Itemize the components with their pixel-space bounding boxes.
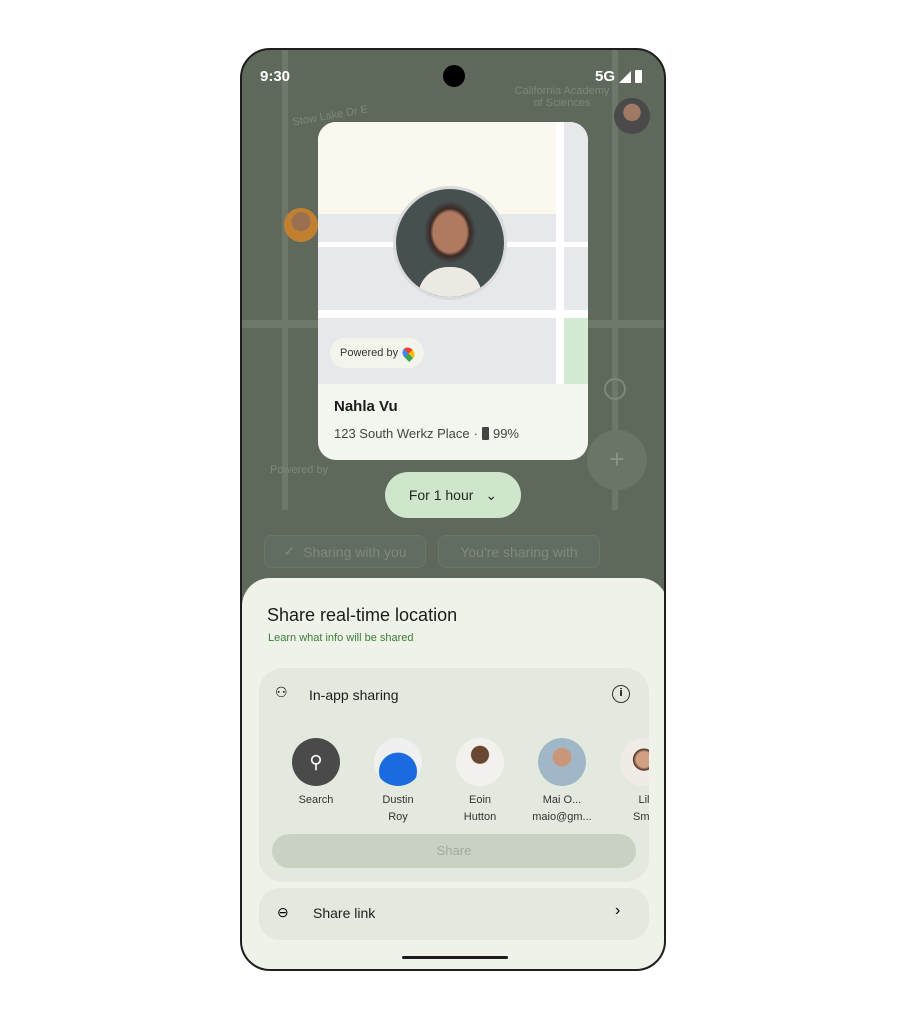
- share-link-label: Share link: [313, 905, 376, 921]
- tab-sharing-with-you[interactable]: ✓ Sharing with you: [264, 535, 426, 568]
- map-person-marker[interactable]: [284, 208, 318, 242]
- share-bottom-sheet: Share real-time location Learn what info…: [242, 578, 664, 969]
- share-button[interactable]: Share: [272, 834, 636, 868]
- duration-label: For 1 hour: [408, 487, 474, 503]
- in-app-title: In-app sharing: [309, 687, 399, 703]
- contact-label: Mai O...: [542, 794, 582, 806]
- avatar: [374, 738, 422, 786]
- contact-label: Eoin: [468, 794, 492, 806]
- separator: ·: [473, 426, 478, 441]
- sheet-title: Share real-time location: [267, 605, 458, 625]
- check-icon: ✓: [283, 543, 296, 559]
- contact-photo-marker: [393, 186, 507, 300]
- share-link-row[interactable]: ⊖ Share link ›: [259, 888, 649, 940]
- tab-label: Sharing with you: [303, 543, 407, 560]
- search-icon: ⚲: [292, 738, 340, 786]
- duration-dropdown[interactable]: For 1 hour ⌄: [385, 472, 521, 518]
- tab-youre-sharing-with[interactable]: You're sharing with: [438, 535, 600, 568]
- contact-label: Dustin: [382, 794, 414, 806]
- account-avatar[interactable]: [614, 98, 650, 134]
- status-time: 9:30: [260, 68, 291, 85]
- location-card[interactable]: Powered by Nahla Vu 123 South Werkz Plac…: [318, 122, 588, 460]
- contact-sublabel: maio@gm...: [532, 811, 592, 823]
- my-location-icon[interactable]: [604, 378, 626, 400]
- map-road: [282, 50, 288, 510]
- contact-search[interactable]: ⚲ Search: [276, 738, 356, 809]
- contact-eoin-hutton[interactable]: Eoin Hutton: [440, 738, 520, 826]
- link-icon: ⊖: [277, 904, 289, 920]
- battery-icon: [481, 427, 489, 440]
- home-indicator[interactable]: [402, 956, 508, 959]
- contact-name: Nahla Vu: [334, 398, 398, 415]
- contact-dustin-roy[interactable]: Dustin Roy: [358, 738, 438, 826]
- chevron-down-icon: ⌄: [485, 486, 498, 503]
- map-label-academy: California Academy of Sciences: [514, 85, 610, 109]
- contact-mai-o[interactable]: Mai O... maio@gm...: [522, 738, 602, 826]
- contact-address: 123 South Werkz Place: [334, 426, 470, 441]
- tab-label: You're sharing with: [460, 543, 578, 560]
- zoom-in-button[interactable]: +: [587, 430, 647, 490]
- learn-more-link[interactable]: Learn what info will be shared: [268, 632, 414, 644]
- signal-icon: [619, 70, 631, 83]
- avatar: [456, 738, 504, 786]
- avatar: [620, 738, 649, 786]
- phone-frame: California Academy of Sciences Stow Lake…: [240, 48, 666, 971]
- avatar: [538, 738, 586, 786]
- contact-sublabel: Roy: [388, 811, 408, 823]
- network-type: 5G: [594, 68, 615, 85]
- contact-sublabel: Smy: [633, 811, 649, 823]
- map-powered-by: Powered by: [270, 464, 329, 476]
- contact-label: Search: [298, 794, 334, 806]
- battery-level: 99%: [492, 426, 519, 441]
- camera-cutout: [443, 65, 465, 87]
- google-maps-pin-icon: [400, 344, 418, 362]
- card-map: Powered by: [318, 122, 588, 384]
- people-icon: ⚇: [275, 684, 288, 700]
- contact-sublabel: Hutton: [463, 811, 497, 823]
- contact-label: Lil: [638, 794, 649, 806]
- powered-by-label: Powered by: [340, 347, 399, 359]
- contact-lil[interactable]: Lil Smy: [604, 738, 649, 826]
- chevron-right-icon: ›: [615, 902, 621, 919]
- battery-icon: [635, 70, 642, 83]
- in-app-sharing-card: ⚇ In-app sharing i ⚲ Search Dustin Roy E…: [259, 668, 649, 882]
